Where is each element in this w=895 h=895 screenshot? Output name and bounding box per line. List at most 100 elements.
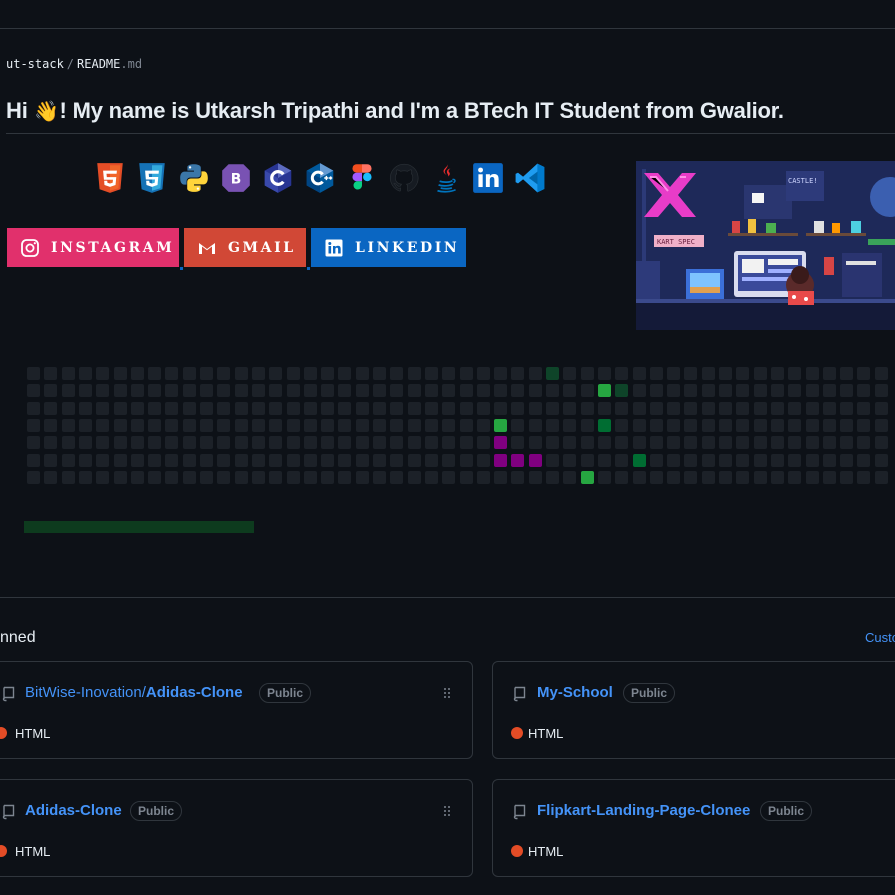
contribution-cell [753, 384, 767, 398]
contribution-cell [701, 453, 715, 467]
visibility-badge: Public [130, 801, 183, 821]
contribution-cell [805, 470, 819, 484]
contribution-cell [78, 418, 92, 432]
contribution-cell [788, 367, 802, 380]
contribution-cell [390, 470, 404, 484]
vscode-icon [512, 160, 548, 196]
contribution-cell [78, 453, 92, 467]
drag-handle-icon[interactable] [443, 805, 451, 817]
contribution-cell [857, 384, 871, 398]
contribution-cell [667, 367, 681, 380]
contribution-cell [78, 401, 92, 415]
bootstrap-icon: B [218, 160, 254, 196]
contribution-cell [390, 384, 404, 398]
gmail-label: GMAIL [228, 239, 296, 256]
repo-name: Adidas-Clone [145, 684, 243, 701]
contribution-cell [182, 367, 196, 380]
customize-pins-link[interactable]: Custo [865, 630, 895, 645]
contribution-cell [840, 470, 854, 484]
contribution-cell [788, 418, 802, 432]
contribution-cell [338, 418, 352, 432]
contribution-cell [459, 367, 473, 380]
contribution-cell [321, 453, 335, 467]
contribution-cell [61, 401, 75, 415]
contribution-cell [632, 384, 646, 398]
contribution-cell [736, 436, 750, 450]
contribution-cell [407, 418, 421, 432]
pinned-repo-card[interactable]: Flipkart-Landing-Page-Clonee Public HTML [492, 779, 895, 877]
repo-name-link[interactable]: Adidas-Clone [25, 802, 122, 819]
contribution-cell [373, 384, 386, 398]
python-icon [176, 160, 212, 196]
contribution-cell [563, 418, 577, 432]
contribution-cell [96, 453, 110, 467]
contribution-cell [148, 367, 162, 380]
repo-name-link[interactable]: BitWise-Inovation/Adidas-Clone [25, 684, 243, 701]
contribution-cell [44, 470, 58, 484]
contribution-cell [667, 401, 681, 415]
contribution-cell [130, 470, 144, 484]
contribution-cell [321, 470, 335, 484]
contribution-cell [96, 436, 110, 450]
contribution-cell [459, 401, 473, 415]
contribution-cell [251, 367, 265, 380]
contribution-cell [407, 401, 421, 415]
breadcrumb-repo[interactable]: ut-stack [6, 57, 64, 71]
contribution-cell [701, 367, 715, 380]
instagram-badge[interactable]: INSTAGRAM [7, 228, 179, 267]
c-icon [260, 160, 296, 196]
repo-name-link[interactable]: My-School [537, 684, 613, 701]
repo-name-link[interactable]: Flipkart-Landing-Page-Clonee [537, 802, 750, 819]
contribution-cell [148, 453, 162, 467]
contribution-cell [165, 401, 179, 415]
contribution-cell [234, 384, 248, 398]
contribution-cell [390, 453, 404, 467]
contribution-cell [684, 418, 698, 432]
contribution-cell [615, 470, 629, 484]
linkedin-badge[interactable]: LINKEDIN [311, 228, 466, 267]
contribution-cell [736, 470, 750, 484]
pinned-repo-card[interactable]: My-School Public HTML [492, 661, 895, 759]
pinned-repo-card[interactable]: Adidas-Clone Public HTML [0, 779, 473, 877]
contribution-cell [200, 384, 213, 398]
visibility-badge: Public [623, 683, 676, 703]
contribution-cell [597, 418, 611, 432]
contribution-cell [182, 436, 196, 450]
contribution-cell [563, 367, 577, 380]
contribution-cell [597, 470, 611, 484]
contribution-cell [96, 470, 110, 484]
svg-text:KART SPEC: KART SPEC [657, 238, 695, 246]
pinned-repo-card[interactable]: BitWise-Inovation/Adidas-Clone Public HT… [0, 661, 473, 759]
contribution-cell [130, 384, 144, 398]
drag-handle-icon[interactable] [443, 687, 451, 699]
contribution-cell [200, 418, 213, 432]
contribution-cell [424, 470, 438, 484]
contribution-cell [390, 436, 404, 450]
contribution-cell [442, 436, 456, 450]
contribution-cell [528, 401, 542, 415]
contribution-cell [615, 367, 629, 380]
contribution-cell [27, 453, 40, 467]
contribution-cell [251, 453, 265, 467]
contribution-cell [355, 418, 369, 432]
contribution-cell [286, 436, 300, 450]
contribution-cell [805, 384, 819, 398]
contribution-cell [78, 470, 92, 484]
gmail-badge[interactable]: GMAIL [184, 228, 306, 267]
contribution-cell [684, 367, 698, 380]
contribution-cell [805, 401, 819, 415]
contribution-cell [442, 418, 456, 432]
contribution-cell [303, 470, 317, 484]
contribution-cell [597, 453, 611, 467]
contribution-cell [494, 401, 508, 415]
contribution-cell [701, 470, 715, 484]
contribution-cell [269, 418, 283, 432]
contribution-cell [684, 436, 698, 450]
contribution-cell [321, 384, 335, 398]
contribution-cell [840, 453, 854, 467]
contribution-cell [424, 384, 438, 398]
contribution-cell [251, 470, 265, 484]
contribution-cell [61, 453, 75, 467]
contribution-cell [442, 401, 456, 415]
contribution-cell [78, 367, 92, 380]
